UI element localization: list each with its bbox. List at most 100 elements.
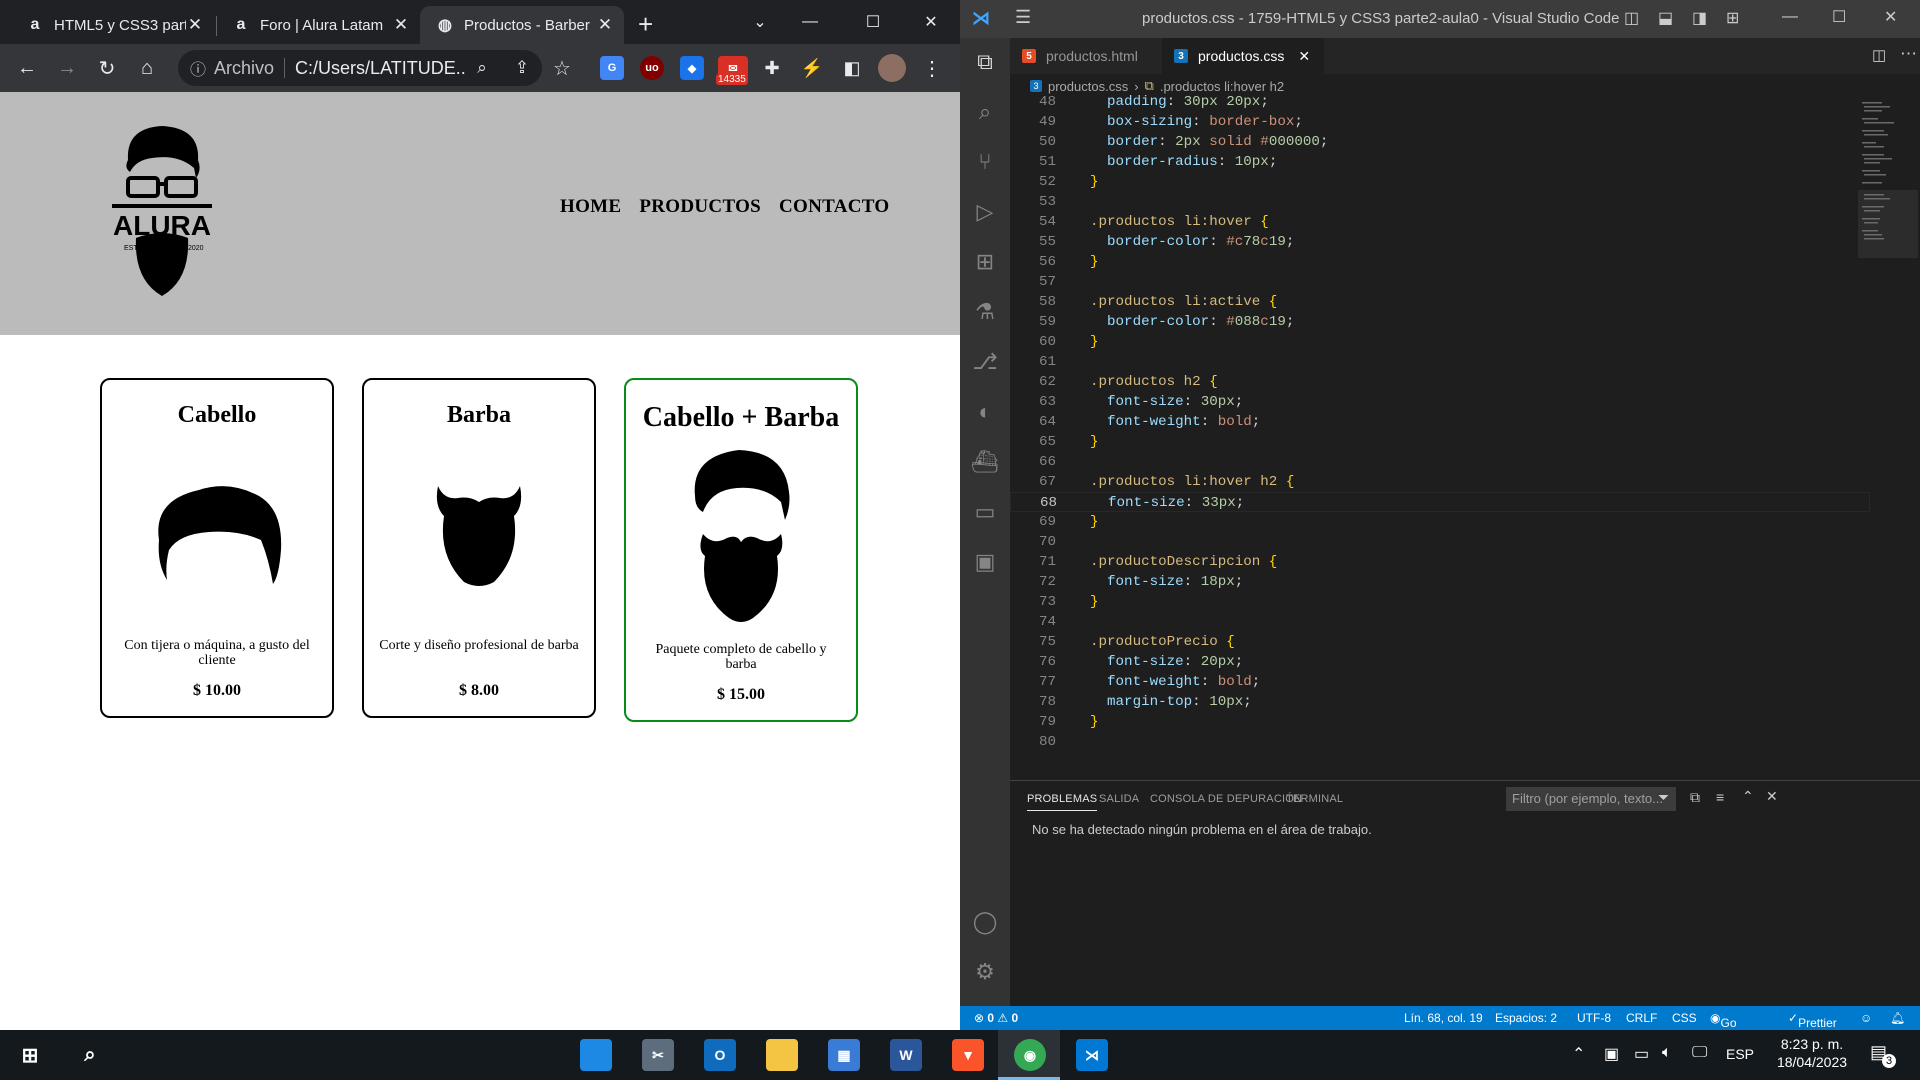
problems-status[interactable]: ⊗ 0 ⚠ 0 [974,1011,1018,1025]
encoding[interactable]: UTF-8 [1577,1011,1611,1025]
minimize-icon[interactable]: — [1782,8,1798,26]
docker-icon[interactable]: ⛴ [971,448,999,476]
golive-status[interactable]: ◉ Go Live [1710,1011,1743,1044]
minimize-icon[interactable]: — [785,0,835,44]
volume-icon[interactable]: 🔈︎ [1662,1044,1672,1062]
code-line[interactable]: 63 font-size: 30px; [1010,392,1870,412]
battery-icon[interactable]: ▭ [1634,1044,1649,1064]
tab-terminal[interactable]: TERMINAL [1286,793,1343,805]
browser-tab[interactable]: a Foro | Alura Latam ✕ [216,6,420,44]
git-graph-icon[interactable]: ⎇ [971,348,999,376]
search-icon[interactable]: ⌕ [74,1039,106,1071]
new-tab-button[interactable]: + [638,9,653,40]
code-line[interactable]: 79} [1010,712,1870,732]
indentation[interactable]: Espacios: 2 [1495,1011,1557,1025]
code-line[interactable]: 72 font-size: 18px; [1010,572,1870,592]
store-icon[interactable]: ▦ [828,1039,860,1071]
feedback-icon[interactable]: ☺ [1860,1011,1872,1025]
code-line[interactable]: 65} [1010,432,1870,452]
split-editor-icon[interactable]: ◫ [1872,46,1886,64]
snipping-icon[interactable]: ✂ [642,1039,674,1071]
code-line[interactable]: 74 [1010,612,1870,632]
code-line[interactable]: 60} [1010,332,1870,352]
close-window-icon[interactable]: ✕ [1884,7,1897,27]
code-line[interactable]: 54 .productos li:hover { [1010,212,1870,232]
nav-contacto[interactable]: CONTACTO [779,196,889,218]
gear-icon[interactable]: ⚙ [971,958,999,986]
close-icon[interactable]: ✕ [186,15,204,35]
code-line[interactable]: 69} [1010,512,1870,532]
extensions-icon[interactable]: ⊞ [971,248,999,276]
browser-tab-active[interactable]: ◍ Productos - Barber ✕ [420,6,624,44]
zoom-icon[interactable]: ⌕ [468,54,496,82]
layout-secondary-icon[interactable]: ◨ [1692,8,1707,28]
maximize-panel-icon[interactable]: ⌃ [1742,788,1754,805]
view-as-list-icon[interactable]: ≡ [1716,789,1724,805]
folder-icon[interactable]: ▭ [971,498,999,526]
clock[interactable]: 8:23 p. m. 18/04/2023 [1772,1036,1852,1070]
back-icon[interactable]: ← [13,54,41,82]
code-line[interactable]: 56} [1010,252,1870,272]
code-line[interactable]: 70 [1010,532,1870,552]
word-icon[interactable]: W [890,1039,922,1071]
file-explorer-icon[interactable] [766,1039,798,1071]
collapse-all-icon[interactable]: ⧉ [1690,789,1700,806]
browser-tab[interactable]: a HTML5 y CSS3 parte ✕ [10,6,214,44]
forward-icon[interactable]: → [53,54,81,82]
tab-search-icon[interactable]: ⌄ [735,0,785,44]
close-icon[interactable]: ✕ [1298,48,1310,65]
tab-problemas[interactable]: PROBLEMAS [1027,793,1098,811]
code-line[interactable]: 73} [1010,592,1870,612]
run-debug-icon[interactable]: ▷ [971,198,999,226]
brave-icon[interactable]: ▼ [952,1039,984,1071]
terminal-icon[interactable]: ▣ [971,548,999,576]
code-line[interactable]: 62 .productos h2 { [1010,372,1870,392]
home-icon[interactable]: ⌂ [133,54,161,82]
chrome-icon[interactable]: ◉ [1014,1039,1046,1071]
maximize-icon[interactable]: ☐ [848,0,898,44]
windows-start-icon[interactable]: ⊞ [14,1039,46,1071]
code-line[interactable]: 71 .productoDescripcion { [1010,552,1870,572]
address-url[interactable]: C:/Users/LATITUDE... [295,58,465,79]
code-line[interactable]: 50 border: 2px solid #000000; [1010,132,1870,152]
reload-icon[interactable]: ↻ [93,54,121,82]
extension-icon[interactable]: ◆ [680,56,704,80]
customize-layout-icon[interactable]: ⊞ [1726,8,1739,28]
code-line[interactable]: 48 padding: 30px 20px; [1010,92,1870,112]
filter-icon[interactable]: ⏷ [1658,789,1669,806]
close-panel-icon[interactable]: ✕ [1766,788,1778,805]
menu-kebab-icon[interactable]: ⋮ [918,54,946,82]
code-line[interactable]: 67 .productos li:hover h2 { [1010,472,1870,492]
hamburger-menu-icon[interactable]: ☰ [1015,7,1031,28]
code-line[interactable]: 75 .productoPrecio { [1010,632,1870,652]
product-card[interactable]: Barba Corte y diseño profesional de barb… [362,378,596,718]
explorer-icon[interactable]: ⧉ [971,48,999,76]
code-line[interactable]: 80 [1010,732,1870,752]
network-icon[interactable]: 🖵︎ [1692,1044,1707,1062]
bell-icon[interactable]: 🔔︎ [1890,1011,1905,1025]
ublock-extension-icon[interactable]: uo [640,56,664,80]
info-icon[interactable]: ⓘ [190,56,206,80]
code-line[interactable]: 59 border-color: #088c19; [1010,312,1870,332]
code-line[interactable]: 52} [1010,172,1870,192]
code-line[interactable]: 68 font-size: 33px; [1010,492,1870,512]
layout-sidebar-icon[interactable]: ◫ [1624,8,1639,28]
chevron-up-icon[interactable]: ⌃ [1572,1044,1585,1064]
tab-consola[interactable]: CONSOLA DE DEPURACIÓN [1150,793,1302,805]
code-line[interactable]: 78 margin-top: 10px; [1010,692,1870,712]
code-line[interactable]: 66 [1010,452,1870,472]
minimap[interactable] [1858,98,1918,258]
translate-extension-icon[interactable]: G [600,56,624,80]
code-line[interactable]: 64 font-weight: bold; [1010,412,1870,432]
code-line[interactable]: 76 font-size: 20px; [1010,652,1870,672]
tray-app-icon[interactable]: ▣ [1604,1044,1619,1064]
nav-home[interactable]: HOME [560,196,621,218]
tab-productos-html[interactable]: 5 productos.html [1010,38,1162,74]
sidepanel-icon[interactable]: ◧ [838,54,866,82]
code-line[interactable]: 57 [1010,272,1870,292]
code-line[interactable]: 55 border-color: #c78c19; [1010,232,1870,252]
maximize-icon[interactable]: ☐ [1832,7,1846,27]
vscode-icon[interactable]: ⋊ [1076,1039,1108,1071]
language-mode[interactable]: CSS [1672,1011,1697,1025]
outlook-icon[interactable]: O [704,1039,736,1071]
